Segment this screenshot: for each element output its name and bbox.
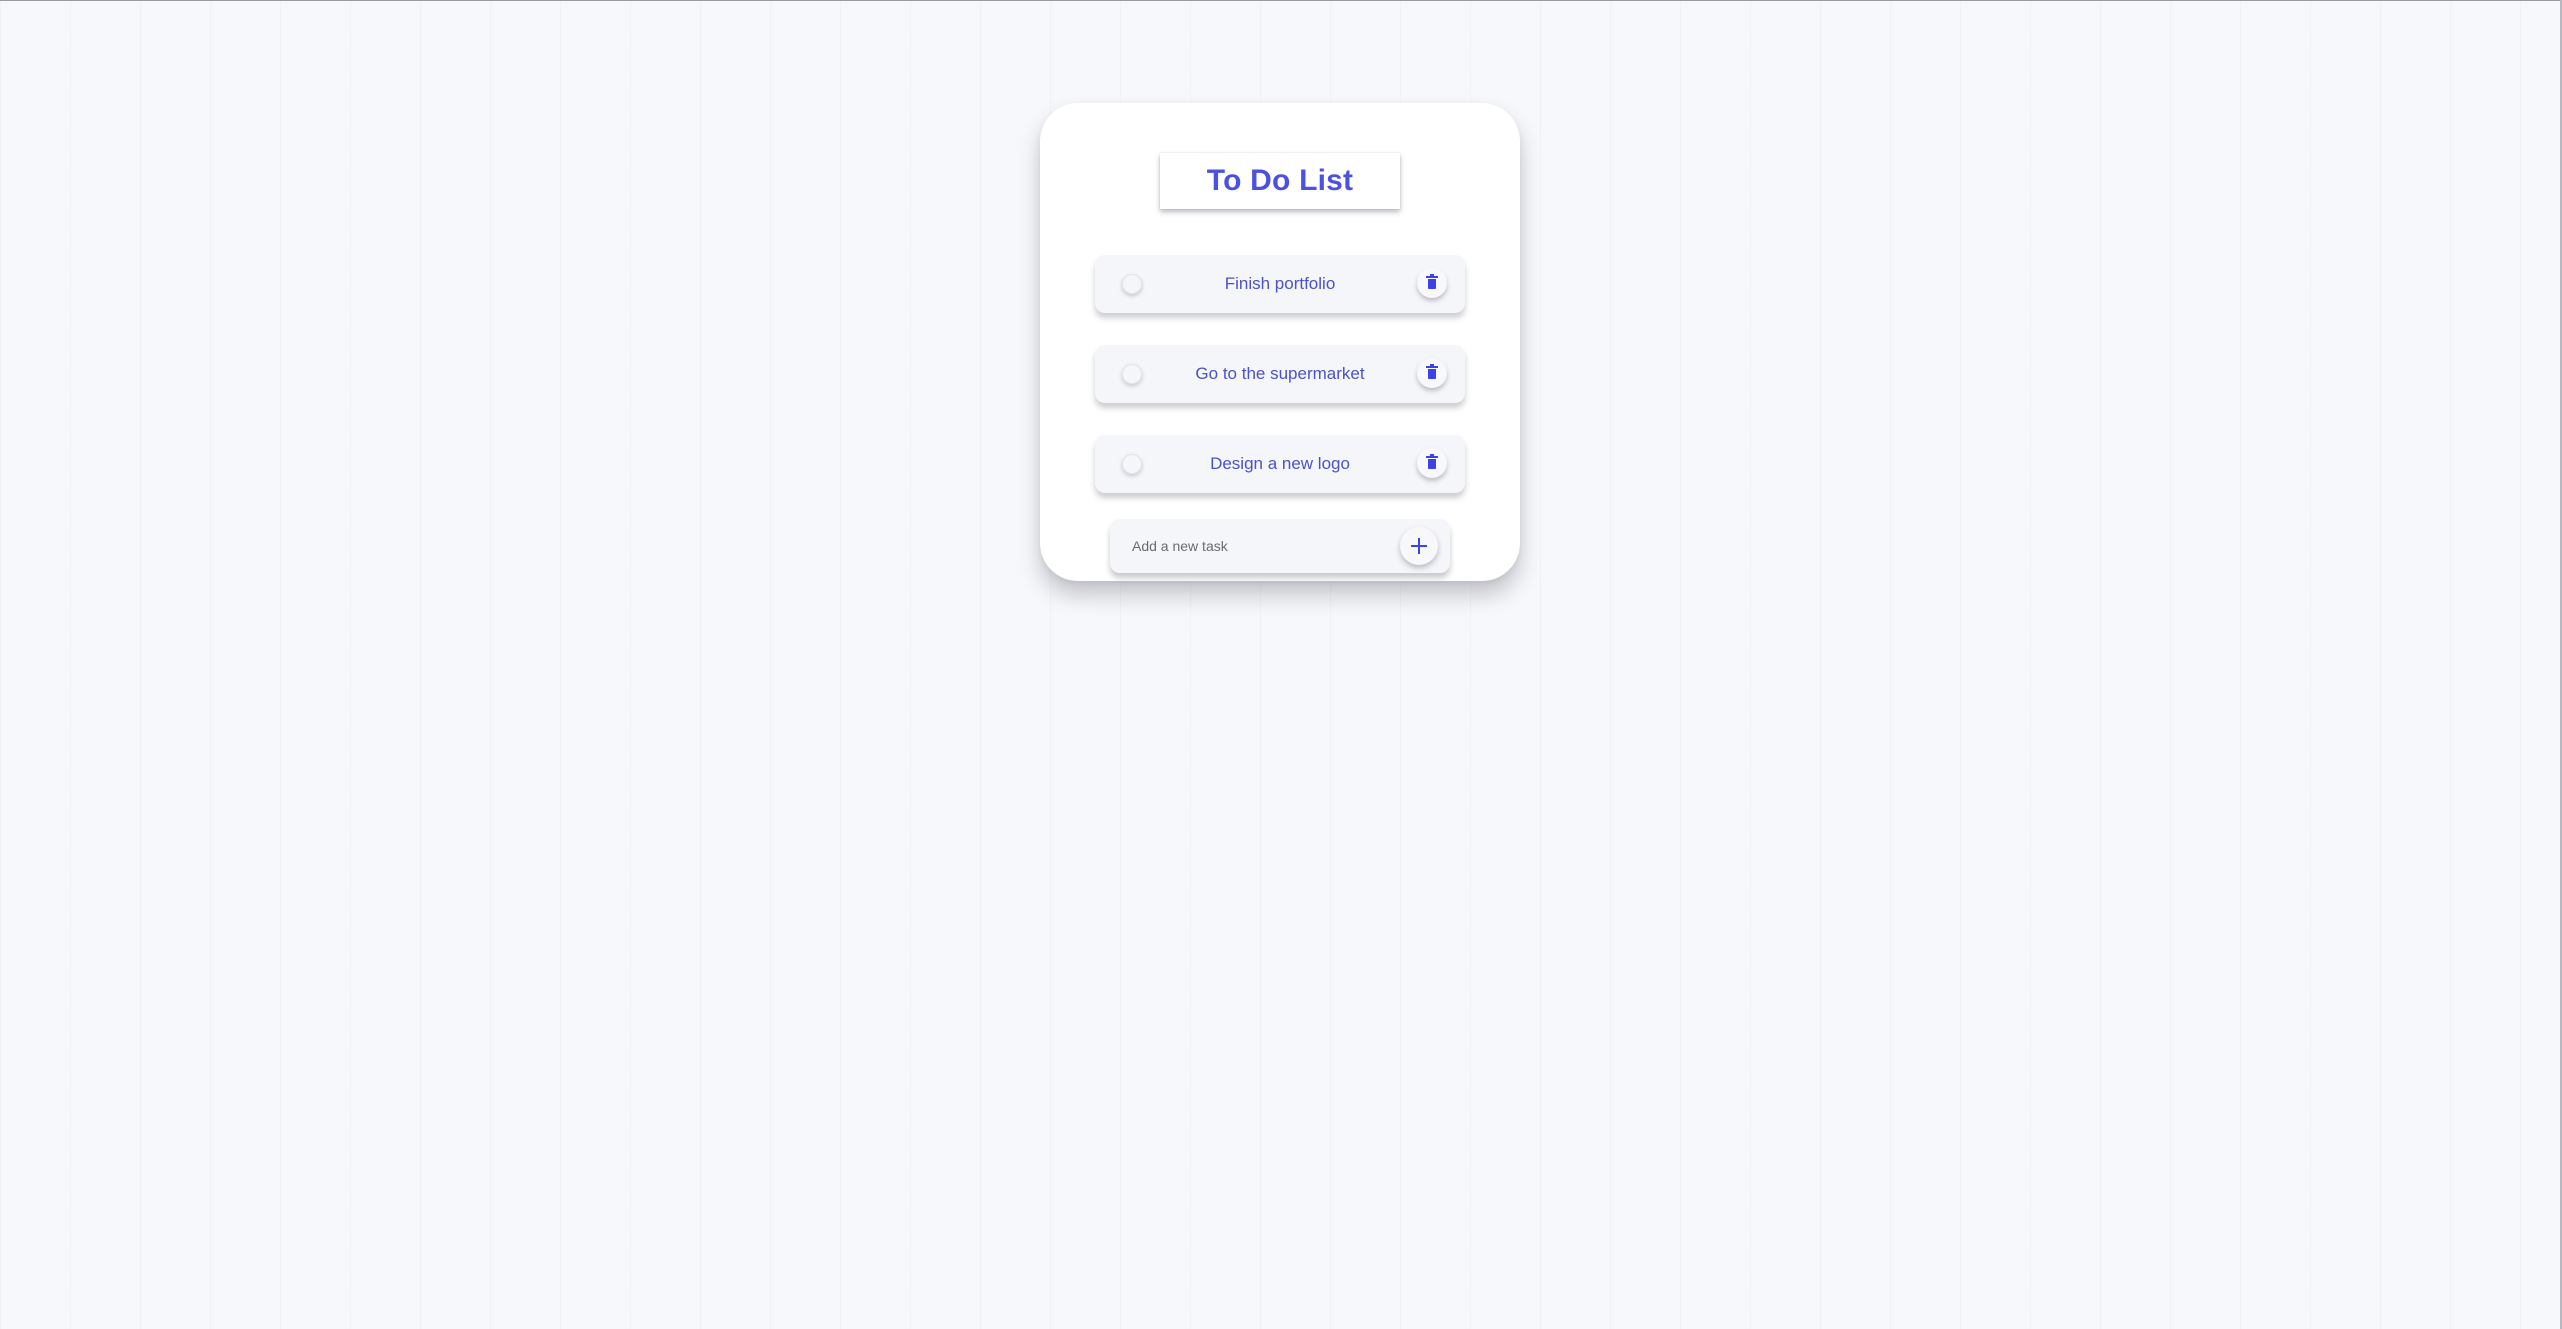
task-label: Finish portfolio xyxy=(1224,274,1336,293)
task-toggle-checkbox[interactable] xyxy=(1122,364,1142,384)
page-title: To Do List xyxy=(1206,164,1354,197)
window-top-border xyxy=(0,0,2562,1)
task-label: Design a new logo xyxy=(1210,454,1350,473)
add-task-button[interactable] xyxy=(1400,527,1438,565)
add-task-form xyxy=(1110,519,1450,573)
task-label: Go to the supermarket xyxy=(1195,364,1365,383)
task-item: Go to the supermarket xyxy=(1095,345,1465,403)
task-toggle-checkbox[interactable] xyxy=(1122,454,1142,474)
task-item: Design a new logo xyxy=(1095,435,1465,493)
trash-icon xyxy=(1426,274,1438,289)
title-box: To Do List xyxy=(1160,153,1400,209)
delete-task-button[interactable] xyxy=(1417,358,1447,388)
trash-icon xyxy=(1426,364,1438,379)
task-toggle-checkbox[interactable] xyxy=(1122,274,1142,294)
plus-icon xyxy=(1411,538,1427,554)
delete-task-button[interactable] xyxy=(1417,268,1447,298)
trash-icon xyxy=(1426,454,1438,469)
todo-card: To Do List Finish portfolio Go to the su… xyxy=(1040,103,1520,581)
task-item: Finish portfolio xyxy=(1095,255,1465,313)
delete-task-button[interactable] xyxy=(1417,448,1447,478)
new-task-input[interactable] xyxy=(1128,519,1378,573)
